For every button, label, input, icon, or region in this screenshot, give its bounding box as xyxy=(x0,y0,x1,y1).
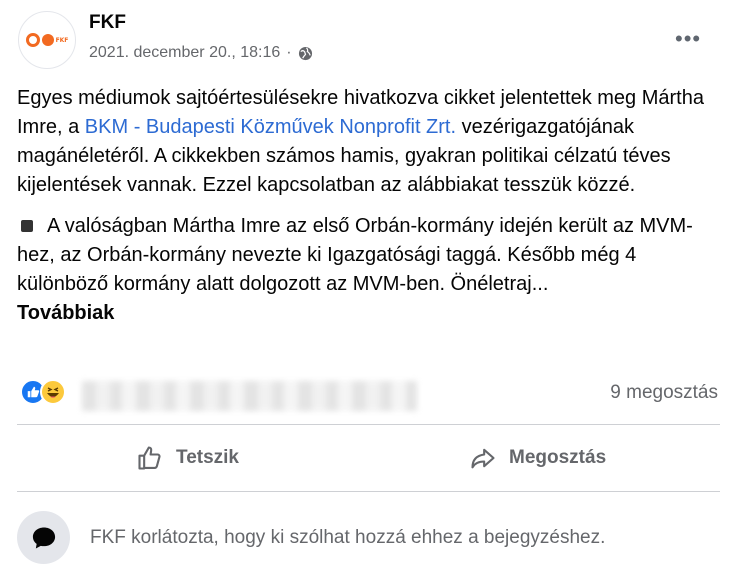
page-avatar[interactable]: FKF xyxy=(18,11,76,69)
comment-restriction-text: FKF korlátozta, hogy ki szólhat hozzá eh… xyxy=(90,526,606,548)
more-options-button[interactable]: ••• xyxy=(675,26,701,52)
post-paragraph-1: Egyes médiumok sajtóértesülésekre hivatk… xyxy=(17,84,722,200)
reaction-icons[interactable] xyxy=(20,379,66,405)
haha-reaction-icon xyxy=(40,379,66,405)
meta-separator: · xyxy=(286,44,292,61)
divider-top xyxy=(17,424,720,425)
share-count[interactable]: 9 megosztás xyxy=(610,382,718,404)
globe-icon[interactable] xyxy=(298,46,313,61)
divider-bottom xyxy=(17,491,720,492)
black-square-icon xyxy=(21,219,33,232)
post-timestamp[interactable]: 2021. december 20., 18:16 xyxy=(89,44,280,62)
post-paragraph-2: A valóságban Mártha Imre az első Orbán-k… xyxy=(17,212,722,328)
paragraph-2-text: A valóságban Mártha Imre az első Orbán-k… xyxy=(17,215,693,295)
comment-restriction-notice: FKF korlátozta, hogy ki szólhat hozzá eh… xyxy=(17,511,605,564)
logo-no-sign xyxy=(41,34,54,46)
share-arrow-icon xyxy=(471,448,495,469)
logo-text: FKF xyxy=(55,36,69,44)
comment-bubble-icon xyxy=(17,511,70,564)
post-body: Egyes médiumok sajtóértesülésekre hivatk… xyxy=(17,84,722,328)
bkm-link[interactable]: BKM - Budapesti Közművek Nonprofit Zrt. xyxy=(85,116,456,138)
like-button-label: Tetszik xyxy=(176,447,240,468)
thumbs-up-icon xyxy=(138,446,161,470)
share-button[interactable]: Megosztás xyxy=(469,443,606,473)
blurred-reaction-names xyxy=(82,381,417,411)
share-button-label: Megosztás xyxy=(509,447,607,468)
like-button[interactable]: Tetszik xyxy=(136,443,239,473)
post-meta: 2021. december 20., 18:16 · xyxy=(89,44,313,62)
see-more-link[interactable]: Továbbiak xyxy=(17,302,114,324)
logo-ring xyxy=(25,33,40,47)
author-name[interactable]: FKF xyxy=(89,12,126,34)
